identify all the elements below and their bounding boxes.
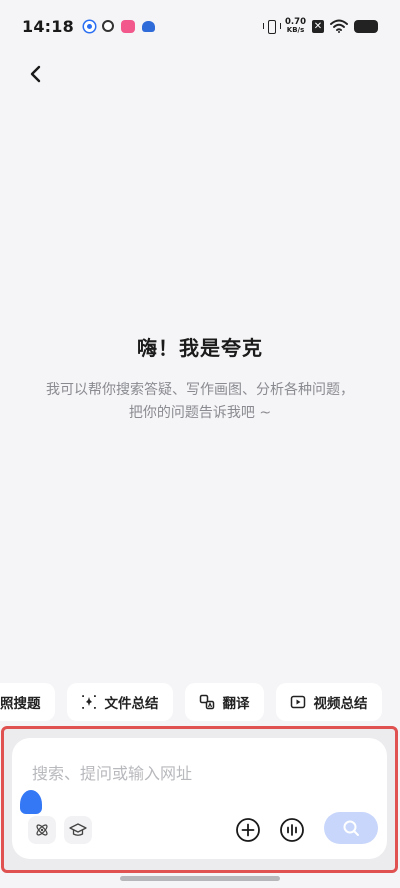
welcome-subtitle: 我可以帮你搜索答疑、写作画图、分析各种问题， 把你的问题告诉我吧 ~ [0, 379, 400, 425]
quick-actions-row: 照搜题 文件总结 翻译 视频总结 [0, 683, 382, 721]
plus-circle-icon [236, 818, 260, 842]
study-mode-button[interactable] [64, 816, 92, 844]
add-attachment-button[interactable] [233, 815, 263, 845]
location-app-icon [83, 20, 95, 32]
search-input[interactable] [32, 760, 352, 786]
network-speed-value: 0.70 [285, 17, 306, 27]
quick-action-file-summary[interactable]: 文件总结 [66, 683, 173, 721]
battery-icon [354, 19, 378, 33]
network-speed-unit: KB/s [286, 26, 305, 34]
document-sparkle-icon [81, 695, 96, 709]
ai-model-button[interactable] [28, 816, 56, 844]
quick-action-label: 照搜题 [0, 696, 41, 712]
voice-wave-icon [280, 818, 304, 842]
atom-icon [36, 824, 48, 836]
quick-action-label: 文件总结 [104, 696, 159, 712]
network-speed: 0.70 KB/s [285, 18, 306, 34]
x-box-icon: ✕ [312, 19, 324, 33]
quick-action-photo-search[interactable]: 照搜题 [0, 683, 55, 721]
input-panel-frame [1, 726, 398, 873]
home-indicator[interactable] [120, 876, 280, 881]
translate-icon [199, 694, 214, 710]
quick-action-video-summary[interactable]: 视频总结 [275, 683, 382, 721]
vibrate-icon [263, 19, 282, 34]
welcome-title: 嗨！我是夸克 [137, 336, 263, 360]
input-card [12, 738, 387, 859]
welcome-section: 嗨！我是夸克 我可以帮你搜索答疑、写作画图、分析各种问题， 把你的问题告诉我吧 … [0, 332, 400, 425]
quick-action-translate[interactable]: 翻译 [184, 683, 264, 721]
status-bar: 14:18 0.70 KB/s ✕ [0, 0, 400, 52]
quick-action-label: 视频总结 [313, 696, 368, 712]
quark-app-icon [101, 20, 114, 32]
wifi-icon [330, 19, 348, 33]
welcome-subtitle-line: 我可以帮你搜索答疑、写作画图、分析各种问题， [46, 382, 354, 398]
status-indicators: 0.70 KB/s ✕ [263, 18, 378, 34]
search-icon [343, 820, 359, 836]
back-button[interactable] [22, 60, 50, 88]
text-cursor-handle[interactable] [20, 790, 42, 814]
search-submit-button[interactable] [324, 812, 378, 844]
quick-action-label: 翻译 [222, 696, 250, 712]
red-app-icon [120, 19, 135, 33]
notification-icons [83, 19, 155, 33]
bird-app-icon [141, 20, 155, 32]
voice-input-button[interactable] [277, 815, 307, 845]
chevron-left-icon [30, 65, 41, 83]
graduation-cap-icon [69, 823, 87, 836]
status-time: 14:18 [22, 16, 74, 36]
welcome-subtitle-line: 把你的问题告诉我吧 ~ [128, 405, 272, 421]
play-icon [290, 695, 305, 709]
